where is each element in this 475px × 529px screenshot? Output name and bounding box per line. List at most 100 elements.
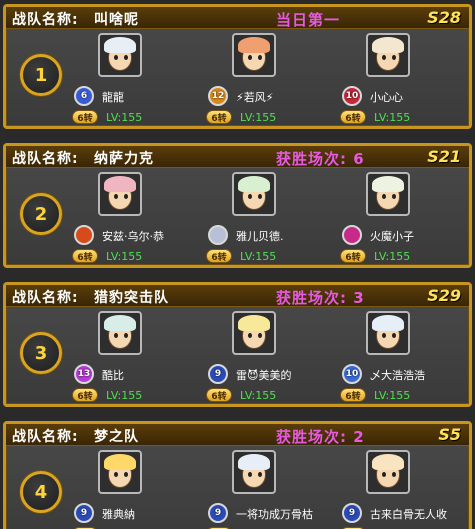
vip-badge-icon: 9: [206, 363, 230, 385]
avatar-eye: [382, 333, 386, 338]
player-name: ⚡若风⚡: [236, 91, 274, 104]
vip-badge-icon: 10: [340, 85, 364, 107]
rank-medal: 3: [20, 332, 62, 374]
rank-medal: 4: [20, 471, 62, 513]
player-level: LV:155: [106, 111, 143, 124]
vip-badge-icon: 9: [72, 502, 96, 524]
team-status: 获胜场次: 3: [276, 289, 365, 307]
avatar-eye: [124, 472, 128, 477]
player-name: 龍龍: [102, 91, 124, 104]
player-avatar[interactable]: [98, 450, 142, 494]
team-name-label: 战队名称:: [12, 151, 79, 167]
player-name: 雷😈美美的: [236, 369, 292, 382]
player-avatar[interactable]: [232, 33, 276, 77]
vip-badge-shape: [342, 225, 362, 245]
player-level: LV:155: [240, 250, 277, 263]
player-avatar[interactable]: [366, 33, 410, 77]
player-name: 乄大浩浩浩: [370, 369, 425, 382]
avatar-hair: [104, 315, 136, 331]
player-avatar[interactable]: [98, 33, 142, 77]
team-member[interactable]: 安兹·乌尔·恭 6转 LV:155: [72, 172, 212, 267]
player-avatar[interactable]: [232, 311, 276, 355]
avatar-eye: [124, 194, 128, 199]
avatar-eye: [258, 194, 262, 199]
avatar-eye: [114, 472, 118, 477]
player-avatar[interactable]: [366, 311, 410, 355]
vip-badge-level: 9: [80, 508, 88, 518]
avatar-hair: [372, 454, 404, 470]
player-avatar[interactable]: [366, 450, 410, 494]
avatar-eye: [114, 194, 118, 199]
team-status: 获胜场次: 6: [276, 150, 365, 168]
rebirth-badge: 6转: [72, 249, 98, 263]
vip-badge-icon: [72, 224, 96, 246]
team-member[interactable]: 12 ⚡若风⚡ 6转 LV:155: [206, 33, 346, 128]
rank-medal: 1: [20, 54, 62, 96]
server-tag: S29: [427, 286, 461, 305]
player-level: LV:155: [374, 250, 411, 263]
avatar-eye: [114, 333, 118, 338]
team-name-label: 战队名称:: [12, 290, 79, 306]
player-name: 酷比: [102, 369, 124, 382]
player-avatar[interactable]: [98, 311, 142, 355]
team-header: 战队名称: 叫啥呢 当日第一 S28: [6, 7, 469, 29]
player-name: 古来白骨无人收: [370, 508, 447, 521]
team-member[interactable]: 13 酷比 6转 LV:155: [72, 311, 212, 406]
team-member[interactable]: 火魔小子 6转 LV:155: [340, 172, 475, 267]
vip-badge-icon: 9: [206, 502, 230, 524]
avatar-hair: [372, 37, 404, 53]
rebirth-badge: 6转: [206, 110, 232, 124]
avatar-hair: [104, 37, 136, 53]
vip-badge-level: 9: [214, 508, 222, 518]
vip-badge-shape: [208, 225, 228, 245]
avatar-eye: [382, 472, 386, 477]
vip-badge-icon: 6: [72, 85, 96, 107]
player-level: LV:155: [374, 389, 411, 402]
player-level: LV:155: [240, 111, 277, 124]
team-header: 战队名称: 纳萨力克 获胜场次: 6 S21: [6, 146, 469, 168]
team-member[interactable]: 9古来白骨无人收6转LV:155: [340, 450, 475, 529]
player-avatar[interactable]: [232, 172, 276, 216]
avatar-eye: [258, 333, 262, 338]
avatar-eye: [382, 194, 386, 199]
avatar-eye: [258, 55, 262, 60]
player-avatar[interactable]: [366, 172, 410, 216]
avatar-eye: [124, 55, 128, 60]
avatar-eye: [124, 333, 128, 338]
avatar-eye: [248, 472, 252, 477]
rebirth-badge: 6转: [72, 110, 98, 124]
rebirth-badge: 6转: [340, 110, 366, 124]
avatar-eye: [114, 55, 118, 60]
vip-badge-level: 10: [345, 91, 359, 101]
team-member[interactable]: 雅儿贝德. 6转 LV:155: [206, 172, 346, 267]
team-member[interactable]: 6 龍龍 6转 LV:155: [72, 33, 212, 128]
player-avatar[interactable]: [98, 172, 142, 216]
vip-badge-icon: 9: [340, 502, 364, 524]
vip-badge-shape: [74, 225, 94, 245]
team-name-label: 战队名称:: [12, 12, 79, 28]
team-card[interactable]: 战队名称:梦之队获胜场次: 2S549雅典納6转LV:1559一将功成万骨枯6转…: [3, 421, 472, 529]
player-avatar[interactable]: [232, 450, 276, 494]
team-member[interactable]: 9雅典納6转LV:155: [72, 450, 212, 529]
team-member[interactable]: 10 乄大浩浩浩 6转 LV:155: [340, 311, 475, 406]
avatar-hair: [238, 454, 270, 470]
team-member[interactable]: 9一将功成万骨枯6转LV:155: [206, 450, 346, 529]
vip-badge-level: 6: [80, 91, 88, 101]
player-name: 雅儿贝德.: [236, 230, 284, 243]
team-card[interactable]: 战队名称: 猎豹突击队 获胜场次: 3 S29 3 13 酷比 6转 LV:155 9 雷😈美美的 6…: [3, 282, 472, 407]
server-tag: S5: [438, 425, 461, 444]
vip-badge-level: 13: [77, 369, 91, 379]
team-member[interactable]: 9 雷😈美美的 6转 LV:155: [206, 311, 346, 406]
team-name: 梦之队: [94, 429, 139, 445]
player-level: LV:155: [106, 389, 143, 402]
avatar-hair: [104, 176, 136, 192]
avatar-eye: [392, 472, 396, 477]
team-name: 猎豹突击队: [94, 290, 169, 306]
rebirth-badge: 6转: [206, 388, 232, 402]
team-card[interactable]: 战队名称: 纳萨力克 获胜场次: 6 S21 2 安兹·乌尔·恭 6转 LV:155 雅儿贝德.…: [3, 143, 472, 268]
team-status: 当日第一: [276, 11, 341, 29]
vip-badge-icon: [206, 224, 230, 246]
team-card[interactable]: 战队名称: 叫啥呢 当日第一 S28 1 6 龍龍 6转 LV:155 12 ⚡若风⚡ 6转 LV:15…: [3, 4, 472, 129]
vip-badge-icon: 12: [206, 85, 230, 107]
team-member[interactable]: 10 小心心 6转 LV:155: [340, 33, 475, 128]
